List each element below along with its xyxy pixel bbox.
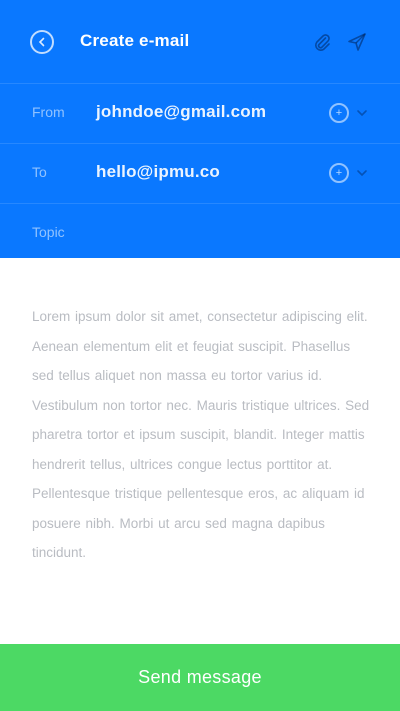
top-bar: Create e-mail [0, 0, 400, 84]
to-field[interactable]: hello@ipmu.co [96, 162, 220, 182]
add-contact-icon[interactable]: + [329, 103, 349, 123]
from-field[interactable]: johndoe@gmail.com [96, 102, 266, 122]
compose-header: Create e-mail From johndoe@gmail.com + T… [0, 0, 400, 258]
page-title: Create e-mail [80, 31, 190, 50]
paperclip-icon[interactable] [310, 30, 334, 54]
topic-row[interactable]: Topic [0, 204, 400, 264]
topic-field[interactable]: Topic [32, 224, 65, 240]
from-row: From johndoe@gmail.com + [0, 84, 400, 144]
send-icon[interactable] [345, 30, 369, 54]
back-icon[interactable] [30, 30, 54, 54]
to-row: To hello@ipmu.co + [0, 144, 400, 204]
from-label: From [32, 104, 65, 120]
chevron-down-icon[interactable] [352, 163, 372, 183]
message-area[interactable]: Lorem ipsum dolor sit amet, consectetur … [0, 262, 400, 642]
to-label: To [32, 164, 47, 180]
send-message-button[interactable]: Send message [0, 644, 400, 711]
chevron-down-icon[interactable] [352, 103, 372, 123]
message-body[interactable]: Lorem ipsum dolor sit amet, consectetur … [32, 302, 372, 568]
add-recipient-icon[interactable]: + [329, 163, 349, 183]
